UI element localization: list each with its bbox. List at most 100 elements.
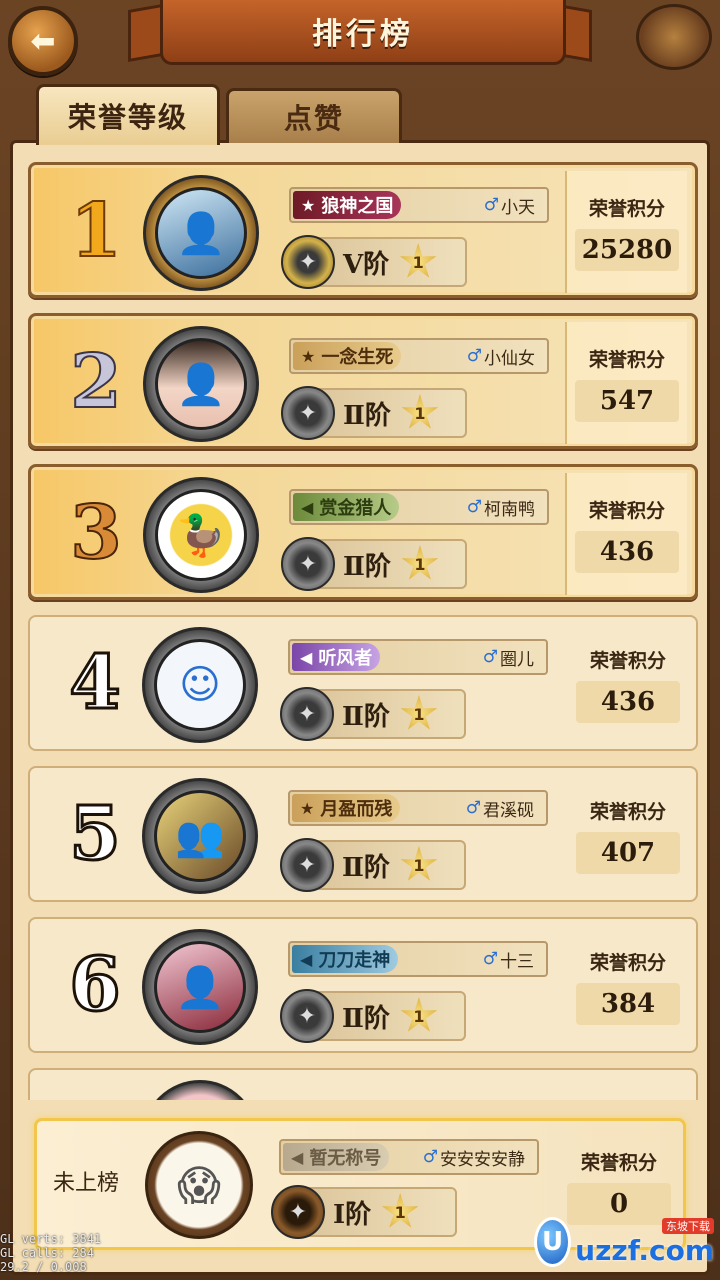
leaderboard-row-partial[interactable] [28,1068,698,1100]
leaderboard-row[interactable]: 4 ☺ ◀ 听风者 ♂ 圈儿 ✦ Ⅱ阶 1 荣誉积分 436 [28,615,698,751]
tier-text: Ⅱ阶 [342,1003,390,1034]
player-name[interactable]: ♂ 小天 [484,193,535,218]
tier-emblem-icon: ✦ [281,235,335,289]
avatar-frame: 🦆 [143,477,259,593]
watermark-small-text: 东坡下载 [662,1217,714,1234]
debug-stats: GL verts: 3841 GL calls: 284 29.2 / 0.00… [0,1232,101,1274]
rank-number: 5 [68,790,123,879]
avatar[interactable]: 👤 [155,338,247,430]
rank-number: 6 [68,941,123,1030]
male-icon: ♂ [422,1147,438,1167]
tier-badge: ✦ Ⅱ阶 1 [281,537,467,591]
avatar[interactable]: 👥 [154,790,246,882]
honor-title-text: 一念生死 [321,347,394,368]
tab-honor-level[interactable]: 荣誉等级 [36,84,220,145]
title-banner: ★ 一念生死 ♂ 小仙女 [289,338,549,374]
score-box: 荣誉积分 547 [565,322,687,444]
score-value: 436 [575,530,679,573]
player-name[interactable]: ♂ 安安安安静 [423,1145,525,1170]
score-value: 436 [576,680,680,723]
rank-number: 1 [69,187,123,275]
tier-emblem-icon: ✦ [280,989,334,1043]
star-icon: 1 [400,695,438,730]
player-name-text: 安安安安静 [440,1149,525,1170]
player-name[interactable]: ♂ 君溪砚 [466,796,534,821]
score-label: 荣誉积分 [589,649,666,672]
player-name-text: 圈儿 [500,649,534,670]
star-icon: 1 [401,545,439,580]
leaderboard-row[interactable]: 2 👤 ★ 一念生死 ♂ 小仙女 ✦ Ⅱ阶 1 荣誉积分 547 [28,313,698,449]
honor-title-text: 听风者 [318,648,373,669]
avatar[interactable]: 🦆 [155,489,247,581]
avatar[interactable]: 👤 [155,187,247,279]
tier-badge: ✦ V阶 1 [281,235,467,289]
game-frame: ⬅ 排行榜 荣誉等级 点赞 1 👤 ★ 狼神之国 ♂ 小天 ✦ V阶 1 荣誉积… [0,0,720,1280]
leaderboard-row[interactable]: 3 🦆 ◀ 赏金猎人 ♂ 柯南鸭 ✦ Ⅱ阶 1 荣誉积分 436 [28,464,698,600]
tier-badge: ✦ Ⅱ阶 1 [280,989,466,1043]
score-box: 荣誉积分 384 [568,925,688,1047]
tab-likes[interactable]: 点赞 [226,88,402,143]
score-label: 荣誉积分 [589,951,666,974]
player-name-text: 小仙女 [484,348,535,369]
player-name[interactable]: ♂ 圈儿 [483,645,534,670]
tier-emblem-icon: ✦ [280,687,334,741]
title-banner: ◀ 赏金猎人 ♂ 柯南鸭 [289,489,549,525]
arrow-icon: ◀ [300,647,313,667]
score-box: 荣誉积分 407 [568,774,688,896]
leaderboard-list[interactable]: 1 👤 ★ 狼神之国 ♂ 小天 ✦ V阶 1 荣誉积分 25280 2 👤 ★ … [10,154,710,1100]
title-banner: ★ 狼神之国 ♂ 小天 [289,187,549,223]
star-icon: ★ [300,798,315,818]
star-icon: 1 [381,1193,419,1228]
wolf-icon: ★ [301,195,316,215]
player-name[interactable]: ♂ 十三 [483,947,534,972]
player-name-text: 柯南鸭 [484,499,535,520]
corner-ornament [636,4,712,70]
player-name-text: 小天 [501,197,535,218]
star-icon: ★ [301,346,316,366]
male-icon: ♂ [465,798,481,818]
tier-emblem-icon: ✦ [281,537,335,591]
back-button[interactable]: ⬅ [8,6,78,76]
leaderboard-row[interactable]: 5 👥 ★ 月盈而残 ♂ 君溪砚 ✦ Ⅱ阶 1 荣誉积分 407 [28,766,698,902]
score-value: 407 [576,831,680,874]
score-label: 荣誉积分 [589,800,666,823]
score-label: 荣誉积分 [580,1151,657,1174]
avatar-frame: 👤 [143,326,259,442]
tier-text: Ⅱ阶 [343,400,391,431]
not-ranked-label: 未上榜 [53,1171,120,1196]
star-icon: 1 [400,997,438,1032]
avatar[interactable]: ☺ [154,639,246,731]
debug-line: GL calls: 284 [0,1246,94,1260]
player-name-text: 十三 [500,951,534,972]
score-label: 荣誉积分 [588,197,665,220]
male-icon: ♂ [482,647,498,667]
score-value: 384 [576,982,680,1025]
title-banner: ◀ 暂无称号 ♂ 安安安安静 [279,1139,539,1175]
page-title: 排行榜 [160,0,566,65]
honor-title: ★ 月盈而残 [292,794,401,822]
honor-title-text: 月盈而残 [320,799,393,820]
tier-emblem-icon: ✦ [271,1185,325,1239]
title-banner: ★ 月盈而残 ♂ 君溪砚 [288,790,548,826]
avatar-frame: 👤 [143,175,259,291]
star-icon: 1 [400,846,438,881]
debug-line: GL verts: 3841 [0,1232,102,1246]
male-icon: ♂ [482,949,498,969]
avatar-frame [142,1080,258,1100]
leaderboard-row[interactable]: 1 👤 ★ 狼神之国 ♂ 小天 ✦ V阶 1 荣誉积分 25280 [28,162,698,298]
star-icon: 1 [401,394,439,429]
player-name[interactable]: ♂ 小仙女 [467,344,535,369]
avatar[interactable]: 👤 [154,941,246,1033]
honor-title-text: 狼神之国 [321,196,394,217]
avatar-frame: ☺ [142,627,258,743]
score-box: 荣誉积分 436 [565,473,687,595]
honor-title: ★ 狼神之国 [293,191,402,219]
honor-title-text: 刀刀走神 [318,950,391,971]
avatar[interactable]: 😱 [145,1131,253,1239]
arrow-icon: ◀ [301,497,314,517]
leaderboard-row[interactable]: 6 👤 ◀ 刀刀走神 ♂ 十三 ✦ Ⅱ阶 1 荣誉积分 384 [28,917,698,1053]
score-value: 25280 [575,228,679,271]
score-box: 荣誉积分 436 [568,623,688,745]
player-name[interactable]: ♂ 柯南鸭 [467,495,535,520]
tier-text: Ⅱ阶 [343,551,391,582]
